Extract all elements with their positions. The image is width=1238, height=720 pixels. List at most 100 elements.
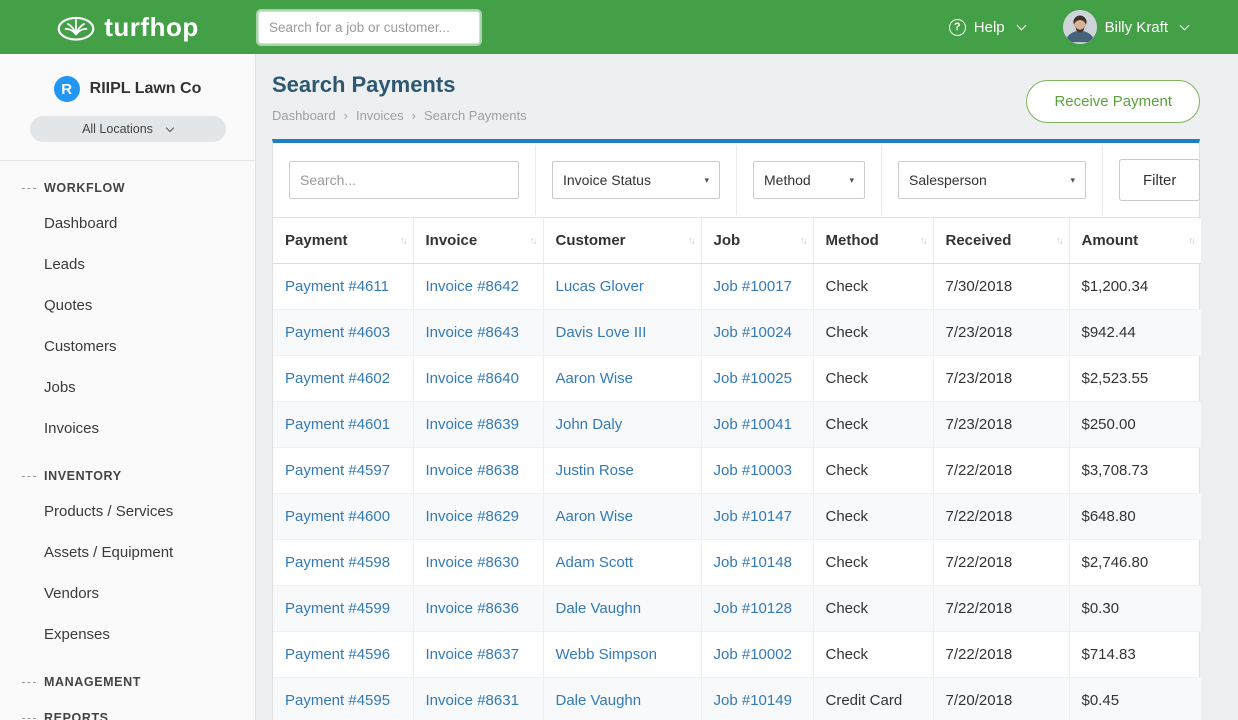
customer-link[interactable]: Dale Vaughn [556,692,642,709]
job-link[interactable]: Job #10128 [714,600,792,617]
sidebar-item-leads[interactable]: Leads [0,244,255,285]
job-link[interactable]: Job #10017 [714,278,792,295]
sidebar-item-vendors[interactable]: Vendors [0,573,255,614]
sidebar-item-products-services[interactable]: Products / Services [0,491,255,532]
job-link[interactable]: Job #10024 [714,324,792,341]
customer-cell: Davis Love III [543,310,701,356]
column-header-received[interactable]: Received↑↓ [933,218,1069,264]
amount-cell: $2,523.55 [1069,356,1201,402]
customer-link[interactable]: Lucas Glover [556,278,644,295]
invoice-link[interactable]: Invoice #8636 [426,600,519,617]
job-link[interactable]: Job #10025 [714,370,792,387]
job-link[interactable]: Job #10147 [714,508,792,525]
chevron-down-icon [1180,20,1190,30]
sidebar-item-dashboard[interactable]: Dashboard [0,203,255,244]
customer-link[interactable]: Davis Love III [556,324,647,341]
invoice-link[interactable]: Invoice #8642 [426,278,519,295]
user-menu[interactable]: Billy Kraft [1063,10,1188,44]
select-arrow-icon: ▾ [849,175,854,186]
brand-logo[interactable]: turfhop [57,12,198,43]
payment-link[interactable]: Payment #4599 [285,600,390,617]
branch-icon [22,682,36,683]
received-cell: 7/30/2018 [933,264,1069,310]
salesperson-select[interactable]: Salesperson ▾ [898,161,1086,199]
job-cell: Job #10128 [701,586,813,632]
sort-icon: ↑↓ [1188,235,1194,246]
column-header-customer[interactable]: Customer↑↓ [543,218,701,264]
sidebar-item-quotes[interactable]: Quotes [0,285,255,326]
customer-link[interactable]: John Daly [556,416,623,433]
table-row: Payment #4602 Invoice #8640 Aaron Wise Job … [273,356,1201,402]
invoice-link[interactable]: Invoice #8637 [426,646,519,663]
job-cell: Job #10149 [701,678,813,720]
table-row: Payment #4611 Invoice #8642 Lucas Glover Jo… [273,264,1201,310]
customer-link[interactable]: Aaron Wise [556,508,634,525]
invoice-link[interactable]: Invoice #8631 [426,692,519,709]
sidebar-item-jobs[interactable]: Jobs [0,367,255,408]
received-cell: 7/22/2018 [933,586,1069,632]
sidebar-item-customers[interactable]: Customers [0,326,255,367]
customer-link[interactable]: Dale Vaughn [556,600,642,617]
job-cell: Job #10003 [701,448,813,494]
sidebar-item-expenses[interactable]: Expenses [0,614,255,655]
invoice-link[interactable]: Invoice #8640 [426,370,519,387]
payment-link[interactable]: Payment #4600 [285,508,390,525]
job-link[interactable]: Job #10003 [714,462,792,479]
table-row: Payment #4600 Invoice #8629 Aaron Wise Job … [273,494,1201,540]
locations-label: All Locations [82,122,153,136]
invoice-cell: Invoice #8636 [413,586,543,632]
breadcrumb-dashboard[interactable]: Dashboard [272,108,336,123]
amount-cell: $250.00 [1069,402,1201,448]
receive-payment-button[interactable]: Receive Payment [1026,80,1200,123]
sidebar-item-invoices[interactable]: Invoices [0,408,255,449]
customer-link[interactable]: Justin Rose [556,462,634,479]
invoice-link[interactable]: Invoice #8643 [426,324,519,341]
section-workflow: WORKFLOW [0,179,255,197]
help-menu[interactable]: ? Help [949,19,1025,36]
payment-link[interactable]: Payment #4597 [285,462,390,479]
column-header-invoice[interactable]: Invoice↑↓ [413,218,543,264]
invoice-status-select[interactable]: Invoice Status ▾ [552,161,720,199]
method-cell: Check [813,264,933,310]
global-search-input[interactable] [258,11,480,44]
job-link[interactable]: Job #10002 [714,646,792,663]
job-link[interactable]: Job #10149 [714,692,792,709]
payment-link[interactable]: Payment #4603 [285,324,390,341]
invoice-link[interactable]: Invoice #8629 [426,508,519,525]
customer-link[interactable]: Aaron Wise [556,370,634,387]
payment-link[interactable]: Payment #4602 [285,370,390,387]
payment-cell: Payment #4603 [273,310,413,356]
invoice-cell: Invoice #8640 [413,356,543,402]
locations-dropdown[interactable]: All Locations [30,116,226,142]
payment-link[interactable]: Payment #4596 [285,646,390,663]
invoice-link[interactable]: Invoice #8639 [426,416,519,433]
table-row: Payment #4596 Invoice #8637 Webb Simpson Jo… [273,632,1201,678]
customer-cell: Aaron Wise [543,494,701,540]
payment-link[interactable]: Payment #4598 [285,554,390,571]
filter-bar: Invoice Status ▾ Method ▾ Salesperson ▾ … [273,143,1199,217]
payment-cell: Payment #4602 [273,356,413,402]
method-select[interactable]: Method ▾ [753,161,865,199]
customer-cell: Webb Simpson [543,632,701,678]
customer-link[interactable]: Adam Scott [556,554,634,571]
job-link[interactable]: Job #10041 [714,416,792,433]
customer-link[interactable]: Webb Simpson [556,646,657,663]
branch-icon [22,188,36,189]
invoice-link[interactable]: Invoice #8630 [426,554,519,571]
column-header-payment[interactable]: Payment↑↓ [273,218,413,264]
payments-search-input[interactable] [289,161,519,199]
amount-cell: $1,200.34 [1069,264,1201,310]
invoice-link[interactable]: Invoice #8638 [426,462,519,479]
received-cell: 7/20/2018 [933,678,1069,720]
filter-button[interactable]: Filter [1119,159,1200,201]
column-header-job[interactable]: Job↑↓ [701,218,813,264]
payment-link[interactable]: Payment #4611 [285,278,389,295]
payment-link[interactable]: Payment #4601 [285,416,390,433]
column-header-method[interactable]: Method↑↓ [813,218,933,264]
payment-link[interactable]: Payment #4595 [285,692,390,709]
sidebar-item-assets-equipment[interactable]: Assets / Equipment [0,532,255,573]
column-header-amount[interactable]: Amount↑↓ [1069,218,1201,264]
method-cell: Check [813,494,933,540]
job-link[interactable]: Job #10148 [714,554,792,571]
breadcrumb-invoices[interactable]: Invoices [356,108,404,123]
